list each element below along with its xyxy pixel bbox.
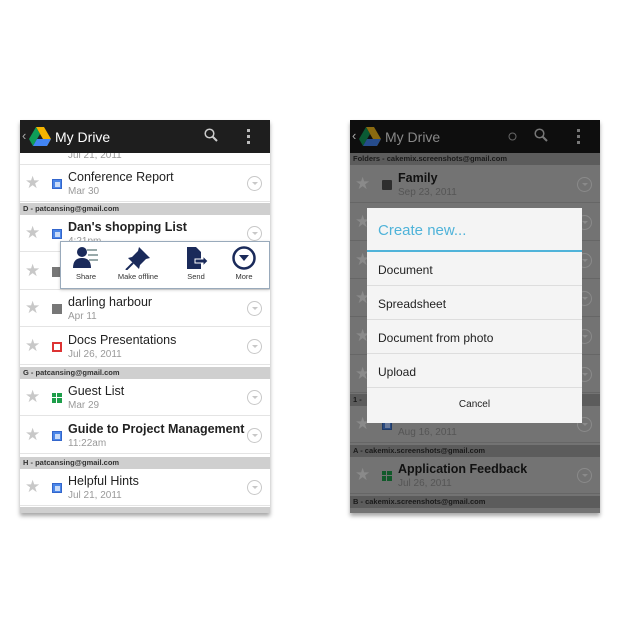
list-item[interactable]: ★ Guide to Project Management 11:22am <box>20 417 270 454</box>
drive-logo-icon[interactable] <box>359 127 381 146</box>
cancel-button[interactable]: Cancel <box>367 388 582 421</box>
star-icon[interactable]: ★ <box>25 426 40 444</box>
list-item[interactable]: ★ Helpful Hints Jul 21, 2011 <box>20 469 270 506</box>
dialog-title: Create new... <box>367 208 582 252</box>
star-icon[interactable]: ★ <box>25 262 40 280</box>
create-document-option[interactable]: Document <box>367 252 582 286</box>
star-icon[interactable]: ★ <box>355 175 370 193</box>
section-header: G - patcansing@gmail.com <box>20 367 270 379</box>
chevron-down-icon[interactable] <box>247 428 262 443</box>
document-icon <box>52 431 62 441</box>
star-icon[interactable]: ★ <box>25 388 40 406</box>
share-icon <box>73 247 98 268</box>
create-spreadsheet-option[interactable]: Spreadsheet <box>367 286 582 320</box>
star-icon[interactable]: ★ <box>25 224 40 242</box>
chevron-down-icon[interactable] <box>577 177 592 192</box>
chevron-down-icon[interactable] <box>247 226 262 241</box>
section-header: B - cakemix.screenshots@gmail.com <box>350 496 600 508</box>
section-header <box>20 507 270 513</box>
chevron-down-icon[interactable] <box>247 176 262 191</box>
section-header: Folders - cakemix.screenshots@gmail.com <box>350 153 600 165</box>
list-item[interactable]: ★ Guest List Mar 29 <box>20 379 270 416</box>
search-icon[interactable] <box>534 128 548 142</box>
list-item[interactable]: ★ Application Feedback Jul 26, 2011 <box>350 457 600 494</box>
document-icon <box>52 179 62 189</box>
folder-icon <box>382 180 392 190</box>
list-item[interactable]: ★ Docs Presentations Jul 26, 2011 <box>20 328 270 365</box>
chevron-down-icon[interactable] <box>247 390 262 405</box>
pin-icon <box>125 247 150 270</box>
chevron-down-icon[interactable] <box>247 480 262 495</box>
send-icon <box>187 247 209 269</box>
action-bar: ‹ My Drive <box>20 120 270 153</box>
list-item[interactable]: ★ Family Sep 23, 2011 <box>350 166 600 203</box>
drive-logo-icon[interactable] <box>29 127 51 146</box>
chevron-down-icon[interactable] <box>577 468 592 483</box>
star-icon[interactable]: ★ <box>355 466 370 484</box>
image-icon <box>52 304 62 314</box>
section-header: H - patcansing@gmail.com <box>20 457 270 469</box>
phone-right: ‹ My Drive Folders - cakemix.screenshots… <box>350 120 600 513</box>
overflow-menu-icon[interactable] <box>577 129 581 145</box>
create-new-dialog: Create new... Document Spreadsheet Docum… <box>367 208 582 423</box>
app-title: My Drive <box>55 129 111 145</box>
star-icon[interactable]: ★ <box>25 337 40 355</box>
presentation-icon <box>52 342 62 352</box>
back-icon[interactable]: ‹ <box>352 128 356 143</box>
section-header: D - patcansing@gmail.com <box>20 203 270 215</box>
spreadsheet-icon <box>382 471 392 481</box>
send-button[interactable]: Send <box>171 246 221 281</box>
list-item[interactable]: ★ Conference Report Mar 30 <box>20 165 270 202</box>
upload-option[interactable]: Upload <box>367 354 582 388</box>
chevron-down-icon[interactable] <box>247 339 262 354</box>
more-icon <box>232 246 256 270</box>
spreadsheet-icon <box>52 393 62 403</box>
star-icon[interactable]: ★ <box>25 174 40 192</box>
star-icon[interactable]: ★ <box>25 478 40 496</box>
document-from-photo-option[interactable]: Document from photo <box>367 320 582 354</box>
list-item[interactable]: ★ darling harbour Apr 11 <box>20 290 270 327</box>
section-header: A - cakemix.screenshots@gmail.com <box>350 445 600 457</box>
more-button[interactable]: More <box>219 246 269 281</box>
phone-left: ‹ My Drive Jul 21, 2011 ★ Conference Repo… <box>20 120 270 513</box>
make-offline-button[interactable]: Make offline <box>113 246 163 281</box>
chevron-down-icon[interactable] <box>247 301 262 316</box>
overflow-menu-icon[interactable] <box>247 129 251 145</box>
document-icon <box>52 229 62 239</box>
app-title: My Drive <box>385 129 441 145</box>
share-button[interactable]: Share <box>61 246 111 281</box>
star-icon[interactable]: ★ <box>25 299 40 317</box>
back-icon[interactable]: ‹ <box>22 128 26 143</box>
search-icon[interactable] <box>204 128 218 142</box>
action-bar: ‹ My Drive <box>350 120 600 153</box>
document-icon <box>52 483 62 493</box>
quick-actions-popup: Share Make offline Send More <box>60 241 270 289</box>
sync-spinner-icon <box>508 132 517 141</box>
